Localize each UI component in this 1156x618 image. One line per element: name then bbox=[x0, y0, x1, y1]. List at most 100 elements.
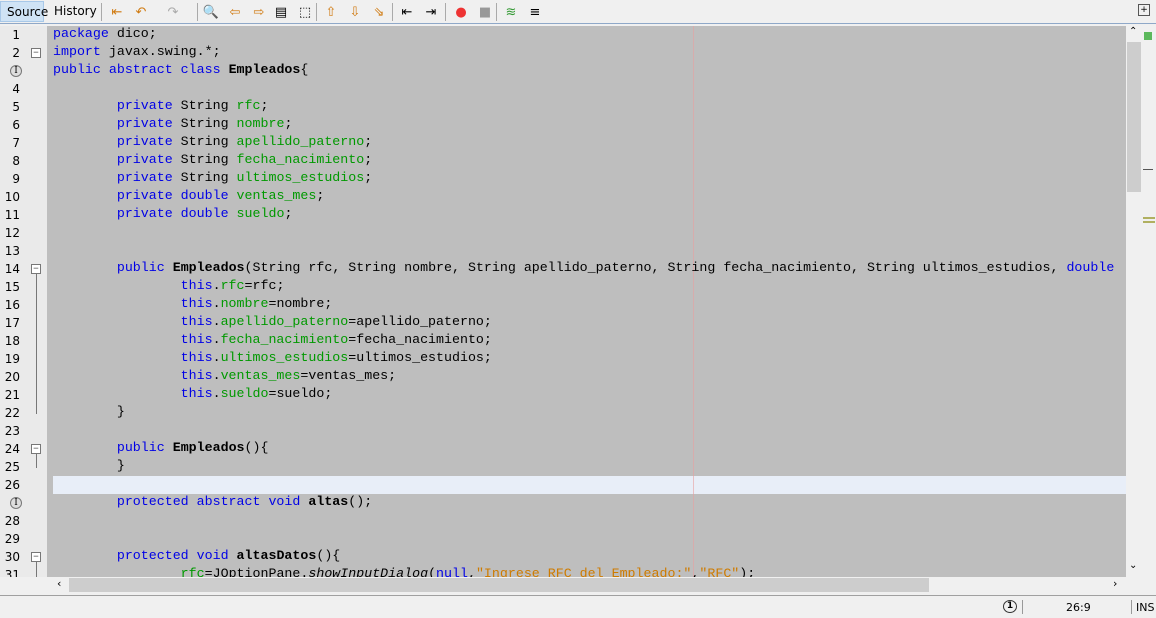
code-line[interactable]: import javax.swing.*; bbox=[53, 44, 221, 62]
toggle-bookmark-icon[interactable]: ⇘ bbox=[370, 3, 388, 21]
code-token: rfc bbox=[180, 566, 205, 577]
code-token: . bbox=[212, 368, 221, 383]
back-icon[interactable]: ↶ bbox=[132, 3, 150, 21]
fold-toggle-icon[interactable]: − bbox=[31, 552, 41, 562]
scroll-up-icon[interactable]: ⌃ bbox=[1129, 26, 1137, 37]
line-number-gutter: 1 2 4 5 6 7 8 9 10 11 12 13 14 15 16 17 18 19 20 21 22 23 24 25… bbox=[0, 26, 47, 577]
line-number: 5 bbox=[12, 100, 20, 114]
code-token: String bbox=[172, 134, 237, 149]
stop-macro-icon[interactable]: ■ bbox=[476, 3, 494, 21]
code-token: Empleados bbox=[172, 440, 245, 455]
code-line[interactable]: private String nombre; bbox=[53, 116, 293, 134]
warning-marker[interactable] bbox=[1143, 217, 1155, 219]
code-line[interactable]: this.ventas_mes=ventas_mes; bbox=[53, 368, 396, 386]
shift-left-icon[interactable]: ⇤ bbox=[398, 3, 416, 21]
warning-marker[interactable] bbox=[1143, 221, 1155, 223]
last-edit-icon[interactable]: ⇤ bbox=[108, 3, 126, 21]
next-bookmark-icon[interactable]: ⇩ bbox=[346, 3, 364, 21]
fold-toggle-icon[interactable]: − bbox=[31, 264, 41, 274]
code-token: { bbox=[300, 62, 309, 77]
code-token: dico; bbox=[108, 26, 157, 41]
code-token: Empleados bbox=[228, 62, 301, 77]
code-token: package bbox=[53, 26, 109, 41]
horizontal-scrollbar[interactable]: ‹ › bbox=[53, 577, 1126, 593]
implemented-marker-icon[interactable]: I bbox=[10, 497, 22, 509]
code-token: . bbox=[212, 332, 221, 347]
code-token: altasDatos bbox=[236, 548, 317, 563]
tab-source[interactable]: Source bbox=[0, 1, 48, 22]
code-line[interactable]: private String rfc; bbox=[53, 98, 269, 116]
code-line[interactable]: private String fecha_nacimiento; bbox=[53, 152, 372, 170]
forward-icon[interactable]: ↷ bbox=[164, 3, 182, 21]
code-token: private bbox=[116, 152, 173, 167]
code-line[interactable]: this.nombre=nombre; bbox=[53, 296, 333, 314]
previous-bookmark-icon[interactable]: ⇧ bbox=[322, 3, 340, 21]
fold-toggle-icon[interactable]: − bbox=[31, 48, 41, 58]
code-line[interactable]: } bbox=[53, 404, 125, 422]
find-previous-icon[interactable]: ⇦ bbox=[226, 3, 244, 21]
scroll-left-icon[interactable]: ‹ bbox=[57, 577, 61, 590]
code-line[interactable]: this.apellido_paterno=apellido_paterno; bbox=[53, 314, 492, 332]
code-line[interactable]: this.ultimos_estudios=ultimos_estudios; bbox=[53, 350, 492, 368]
code-token: (String rfc, String nombre, String apell… bbox=[244, 260, 1067, 275]
start-macro-icon[interactable]: ● bbox=[452, 3, 470, 21]
code-line[interactable]: } bbox=[53, 458, 125, 476]
code-token: ventas_mes bbox=[236, 188, 317, 203]
code-token: String bbox=[172, 170, 237, 185]
code-line[interactable]: rfc=JOptionPane.showInputDialog(null,"In… bbox=[53, 566, 756, 577]
insert-mode[interactable]: INS bbox=[1136, 601, 1154, 614]
code-line[interactable]: public abstract class Empleados{ bbox=[53, 62, 308, 80]
toolbar-separator bbox=[445, 3, 446, 21]
uncomment-icon[interactable]: ≡ bbox=[526, 3, 544, 21]
code-line[interactable]: private String ultimos_estudios; bbox=[53, 170, 372, 188]
find-icon[interactable]: 🔍 bbox=[202, 3, 220, 21]
code-line[interactable]: this.rfc=rfc; bbox=[53, 278, 285, 296]
fold-toggle-icon[interactable]: − bbox=[31, 444, 41, 454]
fold-range-line bbox=[36, 274, 37, 414]
caret-marker bbox=[1143, 169, 1153, 170]
code-token: Empleados bbox=[172, 260, 245, 275]
code-line[interactable]: this.sueldo=sueldo; bbox=[53, 386, 333, 404]
notifications-icon[interactable]: 1 bbox=[1003, 600, 1017, 613]
code-token: ( bbox=[428, 566, 437, 577]
code-line[interactable]: protected abstract void altas(); bbox=[53, 494, 372, 512]
vertical-scrollbar[interactable]: ⌃ ⌄ bbox=[1126, 26, 1142, 577]
code-line[interactable]: public Empleados(){ bbox=[53, 440, 269, 458]
code-line[interactable]: this.fecha_nacimiento=fecha_nacimiento; bbox=[53, 332, 492, 350]
code-line[interactable]: public Empleados(String rfc, String nomb… bbox=[53, 260, 1114, 278]
code-token: this bbox=[180, 350, 213, 365]
code-token: ; bbox=[316, 188, 325, 203]
line-number: 18 bbox=[4, 334, 20, 348]
toggle-rectangular-selection-icon[interactable]: ⬚ bbox=[296, 3, 314, 21]
code-line[interactable]: package dico; bbox=[53, 26, 157, 44]
code-line[interactable]: private String apellido_paterno; bbox=[53, 134, 372, 152]
vertical-scroll-thumb[interactable] bbox=[1127, 42, 1141, 192]
code-editor[interactable]: 1 2 4 5 6 7 8 9 10 11 12 13 14 15 16 17 18 19 20 21 22 23 24 25… bbox=[0, 26, 1126, 577]
split-window-icon[interactable]: + bbox=[1138, 4, 1150, 16]
scroll-right-icon[interactable]: › bbox=[1113, 577, 1117, 590]
scroll-down-icon[interactable]: ⌄ bbox=[1129, 560, 1137, 571]
line-number: 2 bbox=[12, 46, 20, 60]
line-number: 21 bbox=[4, 388, 20, 402]
code-line[interactable]: private double ventas_mes; bbox=[53, 188, 324, 206]
code-token: javax.swing.*; bbox=[100, 44, 221, 59]
horizontal-scroll-thumb[interactable] bbox=[69, 578, 929, 592]
tab-history[interactable]: History bbox=[48, 1, 103, 22]
code-token: private double bbox=[116, 206, 229, 221]
code-line[interactable]: protected void altasDatos(){ bbox=[53, 548, 340, 566]
line-number: 10 bbox=[4, 190, 20, 204]
code-token: ; bbox=[284, 116, 293, 131]
implemented-marker-icon[interactable]: I bbox=[10, 65, 22, 77]
comment-icon[interactable]: ≋ bbox=[502, 3, 520, 21]
code-line[interactable]: private double sueldo; bbox=[53, 206, 293, 224]
code-token: , bbox=[467, 566, 476, 577]
shift-right-icon[interactable]: ⇥ bbox=[422, 3, 440, 21]
toggle-highlight-icon[interactable]: ▤ bbox=[272, 3, 290, 21]
code-token: showInputDialog bbox=[308, 566, 429, 577]
find-next-icon[interactable]: ⇨ bbox=[250, 3, 268, 21]
